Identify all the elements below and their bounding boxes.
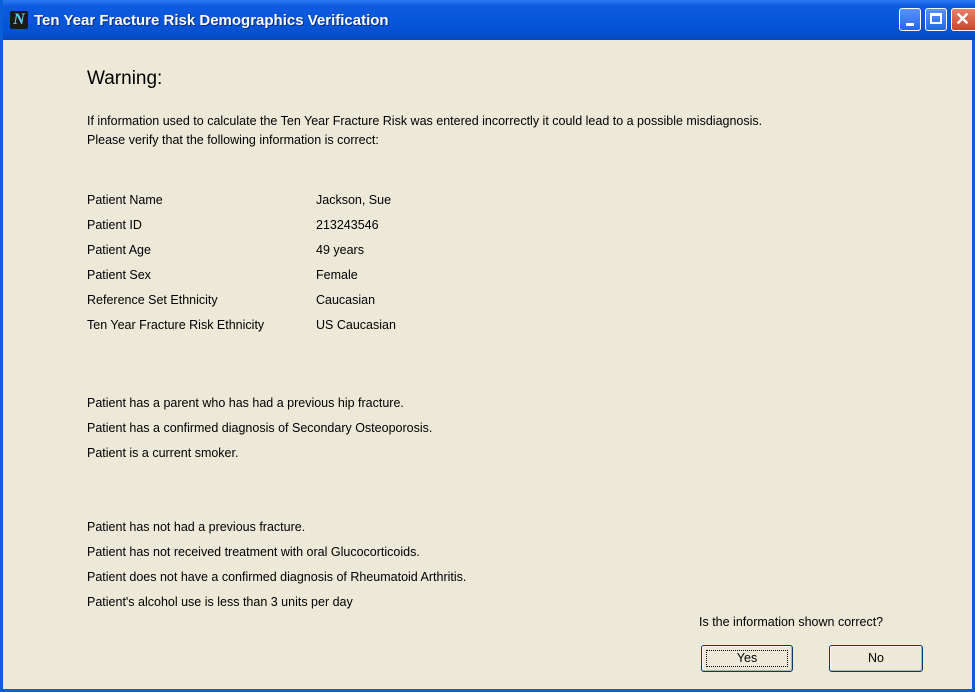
- detail-value: Jackson, Sue: [316, 193, 392, 207]
- risk-factor-absent: Patient does not have a confirmed diagno…: [87, 570, 467, 584]
- window-title: Ten Year Fracture Risk Demographics Veri…: [34, 12, 389, 29]
- close-icon: ✕: [955, 9, 971, 29]
- no-button[interactable]: No: [829, 645, 923, 672]
- risk-factor-present: Patient is a current smoker.: [87, 446, 239, 460]
- no-button-label: No: [868, 651, 884, 665]
- minimize-icon: [906, 23, 914, 26]
- confirmation-question: Is the information shown correct?: [699, 615, 884, 629]
- risk-factor-absent: Patient's alcohol use is less than 3 uni…: [87, 595, 353, 609]
- detail-label: Ten Year Fracture Risk Ethnicity: [87, 318, 265, 332]
- maximize-icon: [930, 13, 942, 24]
- risk-factor-present: Patient has a confirmed diagnosis of Sec…: [87, 421, 433, 435]
- risk-factor-absent: Patient has not received treatment with …: [87, 545, 420, 559]
- intro-line: Please verify that the following informa…: [87, 133, 379, 147]
- detail-label: Reference Set Ethnicity: [87, 293, 218, 307]
- detail-value: Caucasian: [316, 293, 376, 307]
- detail-label: Patient Name: [87, 193, 163, 207]
- minimize-button[interactable]: [899, 8, 921, 31]
- title-bar[interactable]: N Ten Year Fracture Risk Demographics Ve…: [3, 0, 975, 40]
- yes-button[interactable]: Yes: [701, 645, 793, 672]
- focus-rectangle: [706, 650, 788, 667]
- detail-label: Patient ID: [87, 218, 142, 232]
- detail-value: US Caucasian: [316, 318, 396, 332]
- risk-factor-absent: Patient has not had a previous fracture.: [87, 520, 306, 534]
- warning-heading: Warning:: [87, 68, 163, 89]
- app-icon: N: [10, 11, 28, 29]
- dialog-window: N Ten Year Fracture Risk Demographics Ve…: [0, 0, 975, 692]
- intro-line: If information used to calculate the Ten…: [87, 114, 763, 128]
- detail-value: 213243546: [316, 218, 379, 232]
- detail-value: Female: [316, 268, 358, 282]
- risk-factor-present: Patient has a parent who has had a previ…: [87, 396, 404, 410]
- detail-value: 49 years: [316, 243, 364, 257]
- detail-label: Patient Age: [87, 243, 151, 257]
- detail-label: Patient Sex: [87, 268, 151, 282]
- maximize-button[interactable]: [925, 8, 947, 31]
- close-button[interactable]: ✕: [951, 8, 975, 31]
